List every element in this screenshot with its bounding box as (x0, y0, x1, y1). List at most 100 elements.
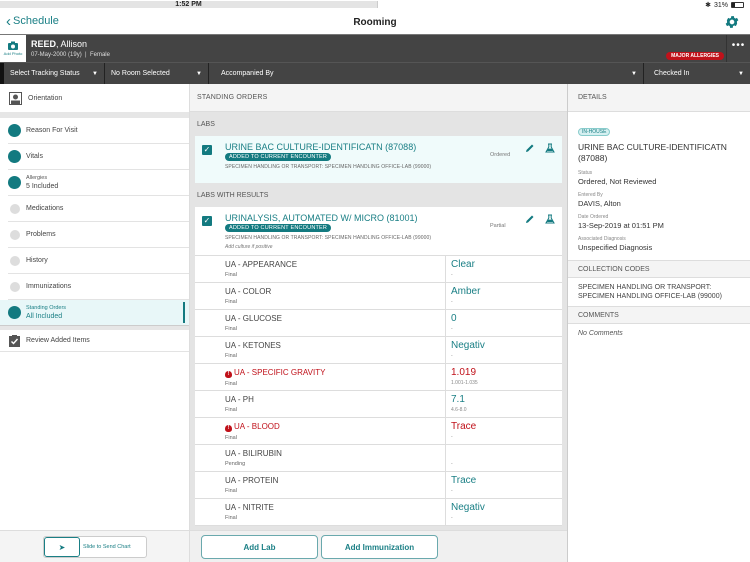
comments-header: COMMENTS (568, 306, 750, 324)
result-value-cell: Trace - (446, 418, 476, 444)
result-status: Final (225, 353, 237, 359)
status-dot-complete (8, 124, 21, 137)
result-row[interactable]: UA - GLUCOSE Final 0- (195, 310, 562, 337)
sidebar-footer: ➤ Slide to Send Chart (0, 530, 189, 562)
result-row[interactable]: UA - APPEARANCE Final Clear - (195, 256, 562, 283)
result-range: - (451, 299, 453, 305)
result-row[interactable]: UA - PH Final 7.1 4.6-8.0 (195, 391, 562, 418)
result-row[interactable]: UA - NITRITE Final Negativ - (195, 499, 562, 526)
caret-down-icon: ▼ (738, 70, 744, 77)
sidebar-item-allergies[interactable]: Allergies 5 Included (8, 170, 189, 196)
order-status: Ordered (490, 152, 511, 158)
section-title: STANDING ORDERS (190, 84, 567, 112)
result-name-cell: UA - BILIRUBIN Pending (195, 445, 446, 471)
status-dot-complete (8, 150, 21, 163)
sidebar-item-reason-for-visit[interactable]: Reason For Visit (8, 118, 189, 144)
result-value (451, 448, 453, 460)
sidebar-item-medications[interactable]: Medications (8, 196, 189, 222)
result-range: - (451, 272, 453, 278)
lab-result-card[interactable]: ✓ URINALYSIS, AUTOMATED W/ MICRO (81001)… (195, 207, 562, 526)
slide-handle[interactable]: ➤ (44, 537, 80, 557)
patient-first-name: , Allison (56, 39, 88, 49)
sidebar-item-standing-orders[interactable]: Standing Orders All Included (0, 300, 189, 326)
result-row[interactable]: UA - PROTEIN Final Trace - (195, 472, 562, 499)
slide-to-send-chart[interactable]: ➤ Slide to Send Chart (43, 536, 147, 558)
caret-down-icon: ▼ (631, 70, 637, 77)
labs-with-results-heading: LABS WITH RESULTS (197, 191, 269, 199)
add-immunization-button[interactable]: Add Immunization (321, 535, 438, 559)
room-label: No Room Selected (111, 70, 170, 77)
sidebar-item-sublabel: 5 Included (26, 183, 59, 190)
result-name-text: UA - BILIRUBIN (225, 449, 282, 458)
sidebar-item-label: Immunizations (26, 283, 72, 290)
sidebar-item-immunizations[interactable]: Immunizations (8, 274, 189, 300)
include-checkbox[interactable]: ✓ (202, 145, 212, 155)
pencil-icon[interactable] (525, 214, 535, 224)
result-status: Final (225, 515, 237, 521)
flask-icon[interactable] (545, 214, 555, 224)
checkin-dropdown[interactable]: Checked In ▼ (644, 63, 750, 84)
result-row[interactable]: ! UA - SPECIFIC GRAVITY Final 1.019 1.001-1.… (195, 364, 562, 391)
result-name: UA - PH (225, 395, 445, 404)
include-checkbox[interactable]: ✓ (202, 216, 212, 226)
result-status: Final (225, 326, 237, 332)
result-value: 0 (451, 313, 457, 324)
result-name: UA - NITRITE (225, 503, 445, 512)
sidebar-item-label: Standing Orders (26, 305, 67, 311)
add-lab-button[interactable]: Add Lab (201, 535, 318, 559)
result-row[interactable]: UA - COLOR Final Amber - (195, 283, 562, 310)
result-value-cell: Negativ - (446, 337, 485, 363)
sidebar-item-label: Problems (26, 231, 56, 238)
tracking-status-dropdown[interactable]: Select Tracking Status ▼ (4, 63, 105, 84)
abnormal-alert-icon: ! (225, 425, 232, 432)
result-value: Negativ (451, 340, 485, 351)
sidebar-item-vitals[interactable]: Vitals (8, 144, 189, 170)
gear-icon[interactable] (724, 14, 740, 30)
field-key: Associated Diagnosis (578, 236, 626, 242)
result-name-text: UA - KETONES (225, 341, 281, 350)
result-name-cell: UA - APPEARANCE Final (195, 256, 446, 282)
pencil-icon[interactable] (525, 143, 535, 153)
result-rows: UA - APPEARANCE Final Clear - UA - COLOR Fina… (195, 255, 562, 526)
status-dot-complete (8, 176, 21, 189)
result-row[interactable]: ! UA - BLOOD Final Trace - (195, 418, 562, 445)
result-value-cell: Clear - (446, 256, 475, 282)
result-value-cell: 0- (446, 310, 457, 336)
detail-field-entered-by: Entered By DAVIS, Alton (578, 192, 740, 208)
navigation-bar: ‹ Schedule Rooming (0, 11, 750, 35)
sidebar-item-problems[interactable]: Problems (8, 222, 189, 248)
result-row[interactable]: UA - KETONES Final Negativ - (195, 337, 562, 364)
sidebar-item-history[interactable]: History (8, 248, 189, 274)
patient-dob: 07-May-2000 (19y) (31, 52, 82, 58)
review-label: Review Added Items (26, 337, 90, 344)
camera-icon (8, 41, 18, 50)
ios-status-bar: iPad 1:52 PM ✱ 31% (0, 0, 750, 11)
accompanied-label: Accompanied By (221, 70, 274, 77)
result-status: Final (225, 381, 237, 387)
sidebar-item-review-added-items[interactable]: Review Added Items (0, 326, 189, 352)
sidebar-item-orientation[interactable]: Orientation (0, 84, 189, 112)
more-options-button[interactable]: ••• (726, 35, 750, 62)
flask-icon[interactable] (545, 143, 555, 153)
accompanied-by-dropdown[interactable]: Accompanied By ▼ (209, 63, 644, 84)
major-allergies-badge[interactable]: MAJOR ALLERGIES (666, 52, 724, 60)
collection-codes-header: COLLECTION CODES (568, 260, 750, 278)
person-icon (9, 91, 22, 105)
result-name: UA - PROTEIN (225, 476, 445, 485)
field-value: Unspecified Diagnosis (578, 243, 653, 252)
result-name: ! UA - SPECIFIC GRAVITY (225, 368, 445, 378)
result-value-cell: Trace - (446, 472, 476, 498)
result-value-cell: Amber - (446, 283, 480, 309)
result-range: - (451, 353, 453, 359)
add-photo-label: Add Photo (3, 51, 23, 56)
result-row[interactable]: UA - BILIRUBIN Pending - (195, 445, 562, 472)
result-value: 1.019 (451, 367, 477, 378)
added-badge: ADDED TO CURRENT ENCOUNTER (225, 224, 332, 232)
orientation-label: Orientation (28, 94, 63, 102)
room-dropdown[interactable]: No Room Selected ▼ (105, 63, 209, 84)
tracking-bar: Select Tracking Status ▼ No Room Selecte… (0, 62, 750, 84)
lab-order-card[interactable]: ✓ URINE BAC CULTURE-IDENTIFICATN (87088)… (195, 136, 562, 183)
specimen-text: SPECIMEN HANDLING OR TRANSPORT: SPECIMEN… (225, 235, 432, 241)
send-arrow-icon: ➤ (58, 542, 66, 552)
add-photo-button[interactable]: Add Photo (0, 35, 26, 62)
